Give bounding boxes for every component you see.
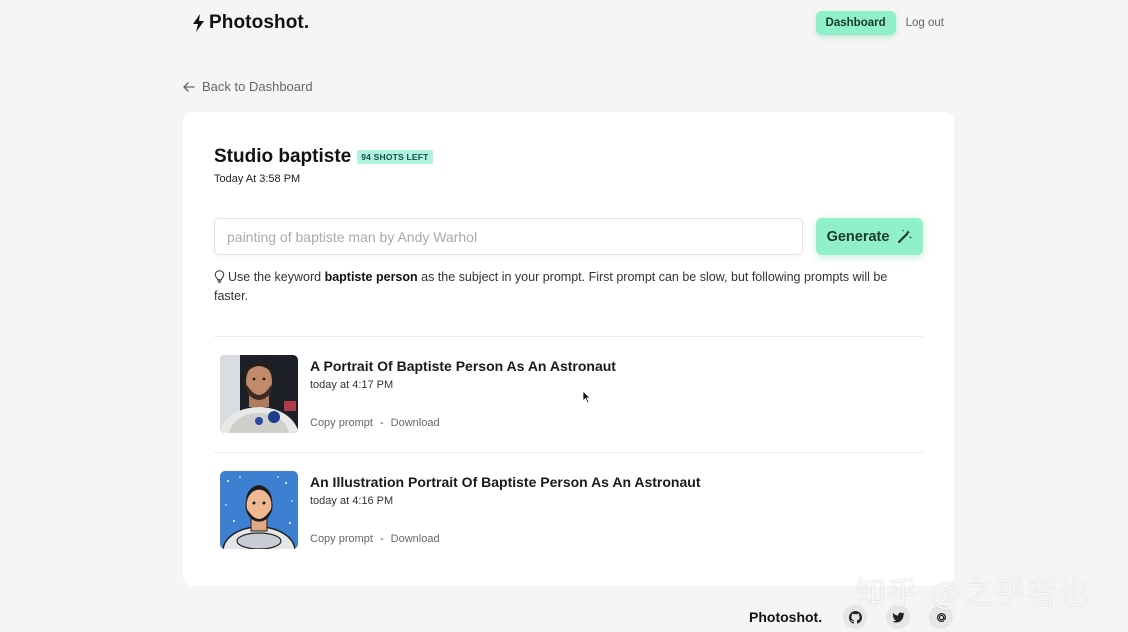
shot-item: A Portrait Of Baptiste Person As An Astr… [220, 355, 920, 435]
astronaut-illustration-image [220, 471, 298, 549]
lightbulb-icon [214, 270, 225, 283]
prompt-form: Generate [214, 218, 923, 255]
copy-prompt-link[interactable]: Copy prompt [310, 533, 373, 545]
arrow-left-icon [183, 81, 195, 92]
studio-created-date: Today At 3:58 PM [214, 173, 301, 185]
back-to-dashboard-link[interactable]: Back to Dashboard [183, 79, 313, 94]
divider [214, 452, 923, 453]
watermark-text: 知乎 @之乎者也 [855, 576, 1090, 612]
copy-prompt-link[interactable]: Copy prompt [310, 417, 373, 429]
brand-name: Photoshot. [209, 12, 310, 33]
magic-wand-icon [898, 229, 913, 244]
studio-card: Studio baptiste 94 SHOTS LEFT Today At 3… [183, 112, 954, 586]
shot-thumbnail-illustration[interactable] [220, 471, 298, 549]
generate-label: Generate [826, 228, 890, 245]
shots-left-badge: 94 SHOTS LEFT [357, 150, 433, 164]
divider [214, 336, 923, 337]
studio-title: Studio baptiste [214, 146, 352, 167]
shot-item: An Illustration Portrait Of Baptiste Per… [220, 471, 920, 551]
hint-prefix: Use the keyword [228, 270, 325, 284]
top-header: Photoshot. Dashboard Log out [193, 10, 948, 36]
shot-date: today at 4:17 PM [310, 379, 394, 391]
action-separator: - [379, 533, 384, 545]
generate-button[interactable]: Generate [816, 218, 923, 255]
footer-brand: Photoshot. [749, 609, 823, 625]
download-link[interactable]: Download [391, 533, 440, 545]
shot-title: A Portrait Of Baptiste Person As An Astr… [310, 358, 616, 374]
dashboard-button[interactable]: Dashboard [815, 11, 896, 35]
shot-actions: Copy prompt - Download [310, 417, 440, 429]
bolt-icon [193, 14, 204, 32]
shot-thumbnail-photo[interactable] [220, 355, 298, 433]
prompt-hint: Use the keyword baptiste person as the s… [214, 268, 923, 306]
back-link-label: Back to Dashboard [202, 79, 313, 94]
shot-date: today at 4:16 PM [310, 495, 394, 507]
action-separator: - [379, 417, 384, 429]
hint-keyword: baptiste person [324, 270, 418, 284]
studio-title-row: Studio baptiste 94 SHOTS LEFT [214, 146, 433, 168]
logout-button[interactable]: Log out [902, 11, 948, 35]
astronaut-photo-image [220, 355, 298, 433]
shot-title: An Illustration Portrait Of Baptiste Per… [310, 474, 701, 490]
prompt-input[interactable] [214, 218, 803, 255]
mouse-cursor-icon [582, 390, 591, 404]
download-link[interactable]: Download [391, 417, 440, 429]
brand-logo[interactable]: Photoshot. [193, 12, 309, 34]
top-nav: Dashboard Log out [815, 11, 948, 35]
shot-actions: Copy prompt - Download [310, 533, 440, 545]
